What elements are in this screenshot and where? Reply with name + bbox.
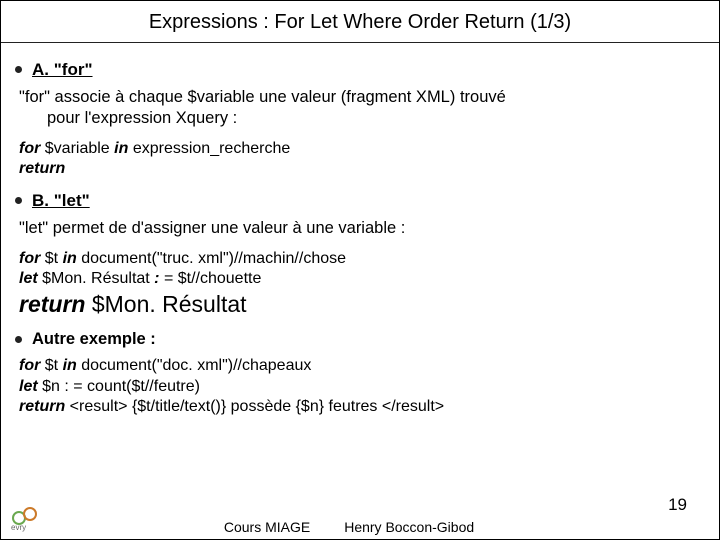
kw-return: return [19,291,85,317]
logo-label: evry [11,523,26,532]
kw-in: in [114,140,128,157]
para-a-indent: pour l'expression Xquery : [19,108,701,129]
footer-course: Cours MIAGE [224,519,310,535]
code-c-l3b: <result> {$t/title/text()} possède {$n} … [65,398,444,415]
code-c-l1b: $t [40,357,62,374]
heading-c: Autre exemple : [32,329,156,350]
bullet-b: B. "let" [15,190,701,212]
bullet-dot-icon [15,66,22,73]
kw-let: let [19,378,38,395]
footer-center: Cours MIAGE Henry Boccon-Gibod [224,519,474,535]
logo-evry-icon: evry [9,505,49,535]
para-b: "let" permet de d'assigner une valeur à … [19,218,701,239]
code-c-l1d: document("doc. xml")//chapeaux [77,357,312,374]
bullet-a: A. "for" [15,59,701,81]
footer: evry Cours MIAGE Henry Boccon-Gibod [1,505,719,535]
kw-in: in [63,357,77,374]
code-a: for $variable in expression_recherche re… [19,139,701,180]
bullet-c: Autre exemple : [15,329,701,350]
kw-in: in [63,250,77,267]
slide-body: A. "for" "for" associe à chaque $variabl… [1,43,719,418]
code-b-l3b: $Mon. Résultat [85,291,246,317]
bullet-dot-icon [15,197,22,204]
kw-for: for [19,140,40,157]
para-a: "for" associe à chaque $variable une val… [19,87,701,129]
bullet-dot-icon [15,336,22,343]
heading-b: B. "let" [32,190,90,212]
code-c: for $t in document("doc. xml")//chapeaux… [19,356,701,417]
kw-let: let [19,270,38,287]
kw-for: for [19,250,40,267]
code-b-l1b: $t [40,250,62,267]
footer-author: Henry Boccon-Gibod [344,519,474,535]
kw-for: for [19,357,40,374]
para-a-lead: "for" associe à chaque $variable une val… [19,88,506,106]
code-b: for $t in document("truc. xml")//machin/… [19,249,701,319]
heading-a: A. "for" [32,59,93,81]
kw-return: return [19,160,65,177]
code-b-l1d: document("truc. xml")//machin//chose [77,250,346,267]
code-a-var: $variable [40,140,114,157]
slide-title: Expressions : For Let Where Order Return… [1,1,719,42]
kw-return: return [19,398,65,415]
code-b-l2b: $Mon. Résultat [38,270,155,287]
code-b-l2d: = $t//chouette [160,270,262,287]
code-a-expr: expression_recherche [128,140,290,157]
code-c-l2b: $n : = count($t//feutre) [38,378,200,395]
